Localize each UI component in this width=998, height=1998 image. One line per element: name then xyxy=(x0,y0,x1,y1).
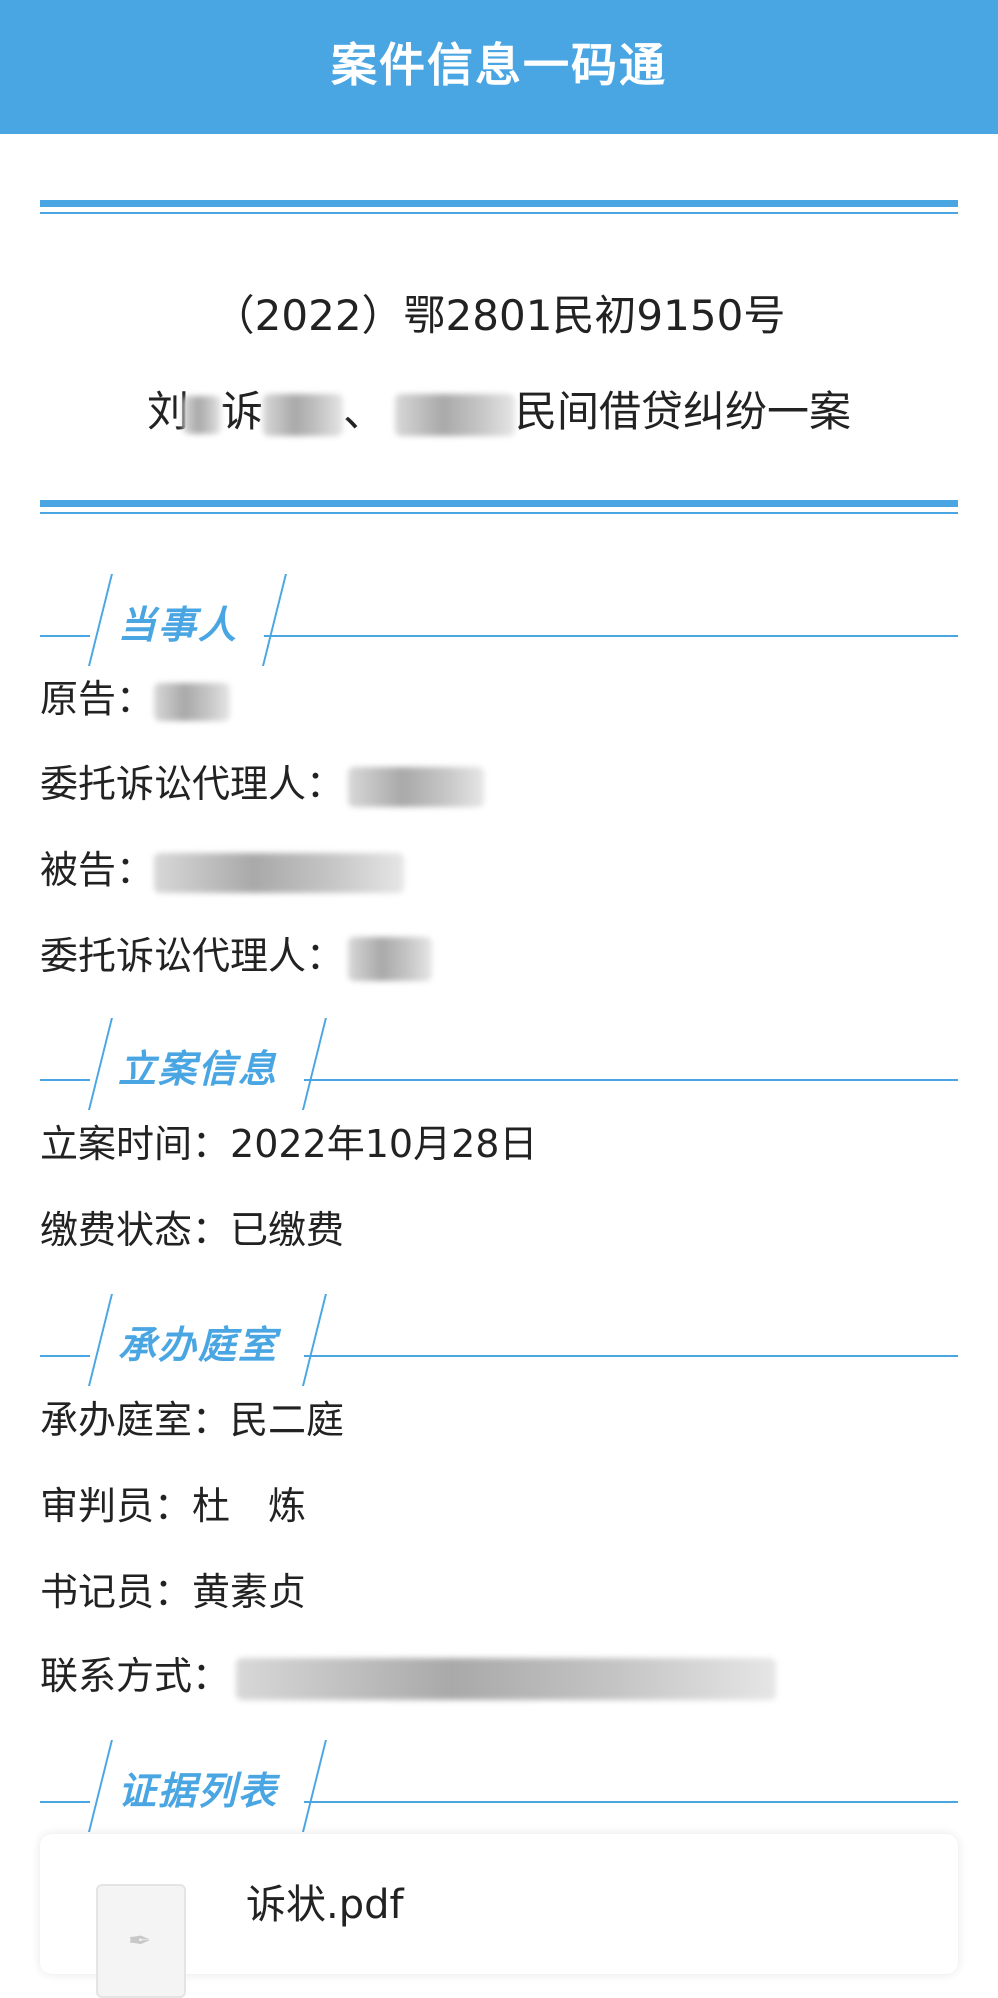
filing-date-label: 立案时间： xyxy=(40,1122,231,1166)
section-title: 证据列表 xyxy=(118,1769,279,1813)
judge-row: 审判员：杜 炼 xyxy=(40,1482,306,1530)
judge-value: 杜 炼 xyxy=(192,1484,307,1528)
division-row: 承办庭室：民二庭 xyxy=(40,1396,344,1444)
plaintiff-label: 原告： xyxy=(40,677,155,721)
redacted-text xyxy=(348,936,433,981)
defendant-label: 被告： xyxy=(40,848,155,892)
evidence-file-name[interactable]: 诉状.pdf xyxy=(246,1872,404,1930)
case-name-sue: 诉 xyxy=(220,387,263,436)
defendant-agent-label: 委托诉讼代理人： xyxy=(40,934,345,978)
redacted-text xyxy=(182,395,221,434)
case-name: 刘诉、民间借贷纠纷一案 xyxy=(0,378,998,439)
division-value: 民二庭 xyxy=(230,1398,345,1442)
evidence-file-card[interactable]: ✒ 诉状.pdf xyxy=(40,1834,958,1998)
fee-status-row: 缴费状态：已缴费 xyxy=(40,1206,344,1254)
section-title: 当事人 xyxy=(118,603,239,647)
case-number: （2022）鄂2801民初9150号 xyxy=(212,291,786,340)
section-title: 承办庭室 xyxy=(118,1323,279,1367)
redacted-text xyxy=(154,682,231,721)
plaintiff-agent-label: 委托诉讼代理人： xyxy=(40,762,345,806)
division-label: 承办庭室： xyxy=(40,1398,231,1442)
section-header-evidence: 证据列表 xyxy=(40,1740,958,1836)
clerk-label: 书记员： xyxy=(40,1570,193,1614)
redacted-text xyxy=(348,766,485,807)
contact-label: 联系方式： xyxy=(40,1654,231,1698)
clerk-value: 黄素贞 xyxy=(192,1570,307,1614)
section-header-filing: 立案信息 xyxy=(40,1018,958,1114)
divider-top xyxy=(40,200,958,214)
plaintiff-agent-row: 委托诉讼代理人： xyxy=(40,760,485,808)
page-title: 案件信息一码通 xyxy=(331,38,667,92)
defendant-agent-row: 委托诉讼代理人： xyxy=(40,932,433,981)
redacted-text xyxy=(236,1657,777,1700)
section-header-court: 承办庭室 xyxy=(40,1294,958,1390)
redacted-text xyxy=(154,852,405,893)
judge-label: 审判员： xyxy=(40,1484,193,1528)
defendant-row: 被告： xyxy=(40,846,405,894)
section-header-parties: 当事人 xyxy=(40,574,958,670)
case-name-sep: 、 xyxy=(343,387,386,436)
redacted-text xyxy=(395,393,516,436)
plaintiff-row: 原告： xyxy=(40,675,231,723)
pdf-file-icon: ✒ xyxy=(96,1884,186,1998)
contact-row: 联系方式： xyxy=(40,1652,777,1700)
divider-bottom xyxy=(40,500,958,514)
fee-status-value: 已缴费 xyxy=(230,1208,345,1252)
redacted-text xyxy=(263,393,343,436)
app-header: 案件信息一码通 xyxy=(0,0,998,134)
fee-status-label: 缴费状态： xyxy=(40,1208,231,1252)
clerk-row: 书记员：黄素贞 xyxy=(40,1568,306,1616)
section-title: 立案信息 xyxy=(118,1047,279,1091)
filing-date-value: 2022年10月28日 xyxy=(230,1122,538,1166)
filing-date-row: 立案时间：2022年10月28日 xyxy=(40,1120,537,1168)
case-name-suffix: 民间借贷纠纷一案 xyxy=(515,387,852,436)
